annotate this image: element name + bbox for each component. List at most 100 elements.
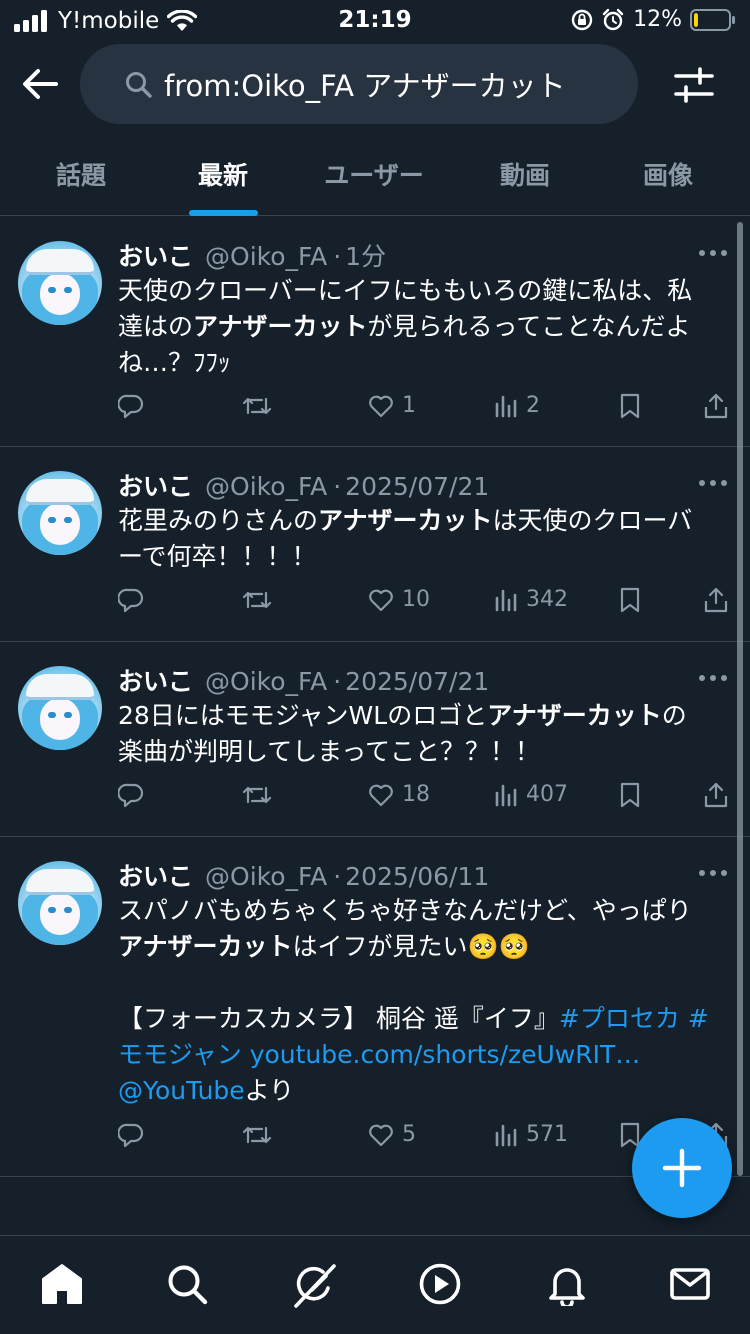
- tweet[interactable]: おいこ @Oiko_FA · 1分 天使のクローバーにイフにももいろの鍵に私は、…: [0, 217, 750, 447]
- more-button[interactable]: [698, 249, 728, 257]
- reply-icon: [118, 588, 144, 613]
- nav-video[interactable]: [418, 1262, 462, 1306]
- retweet-icon: [242, 786, 272, 804]
- retweet-button[interactable]: [242, 782, 272, 808]
- bookmark-button[interactable]: [619, 393, 641, 419]
- nav-grok[interactable]: [290, 1262, 336, 1308]
- highlight-keyword: アナザーカット: [193, 312, 368, 341]
- share-button[interactable]: [704, 782, 728, 808]
- tweet-text: 28日にはモモジャンWLのロゴとアナザーカットの 楽曲が判明してしまってこと？？…: [118, 698, 728, 770]
- sliders-icon: [674, 67, 714, 103]
- tweet-actions: 1 2: [0, 393, 750, 433]
- display-name[interactable]: おいこ: [118, 662, 193, 698]
- display-name[interactable]: おいこ: [118, 857, 193, 893]
- reply-button[interactable]: [118, 587, 144, 613]
- avatar[interactable]: [18, 241, 102, 325]
- views-icon: [495, 589, 517, 611]
- avatar[interactable]: [18, 666, 102, 750]
- views-button[interactable]: 407: [494, 782, 568, 807]
- tweet-actions: 18 407: [0, 782, 750, 822]
- handle[interactable]: @Oiko_FA: [205, 242, 327, 271]
- timestamp[interactable]: 2025/07/21: [345, 472, 489, 501]
- display-name[interactable]: おいこ: [118, 237, 193, 273]
- handle[interactable]: @Oiko_FA: [205, 862, 327, 891]
- tab-images[interactable]: 画像: [627, 156, 709, 192]
- avatar[interactable]: [18, 861, 102, 945]
- tweet-text: 花里みのりさんのアナザーカットは天使のクローバ ーで何卒！！！！: [118, 503, 728, 575]
- handle[interactable]: @Oiko_FA: [205, 472, 327, 501]
- status-bar: Y!mobile 21:19 12%: [0, 0, 750, 42]
- nav-messages[interactable]: [668, 1262, 712, 1306]
- like-button[interactable]: 1: [368, 393, 416, 418]
- tweet-text-part: 28日にはモモジャンWLのロゴと: [118, 701, 488, 730]
- tweet[interactable]: おいこ @Oiko_FA · 2025/06/11 スパノバもめちゃくちゃ好きな…: [0, 837, 750, 1177]
- retweet-icon: [242, 397, 272, 415]
- timestamp[interactable]: 2025/06/11: [345, 862, 489, 891]
- reply-button[interactable]: [118, 782, 144, 808]
- like-button[interactable]: 5: [368, 1122, 416, 1147]
- reply-button[interactable]: [118, 1122, 144, 1148]
- views-count: 2: [526, 393, 540, 418]
- share-icon: [704, 393, 728, 419]
- search-input[interactable]: from:Oiko_FA アナザーカット: [80, 44, 638, 124]
- nav-notifications[interactable]: [545, 1262, 589, 1306]
- retweet-icon: [242, 591, 272, 609]
- retweet-button[interactable]: [242, 587, 272, 613]
- retweet-button[interactable]: [242, 393, 272, 419]
- nav-explore[interactable]: [165, 1262, 209, 1306]
- battery-percent: 12%: [633, 7, 682, 32]
- like-button[interactable]: 18: [368, 782, 430, 807]
- highlight-keyword: アナザーカット: [118, 932, 293, 961]
- more-icon: [699, 480, 727, 486]
- tab-top[interactable]: 話題: [40, 156, 122, 192]
- views-button[interactable]: 2: [494, 393, 540, 418]
- more-button[interactable]: [698, 869, 728, 877]
- separator: ·: [333, 667, 342, 696]
- tweet-feed: おいこ @Oiko_FA · 1分 天使のクローバーにイフにももいろの鍵に私は、…: [0, 217, 750, 1177]
- views-count: 407: [526, 782, 568, 807]
- search-filter-button[interactable]: [672, 64, 716, 108]
- mail-icon: [670, 1268, 710, 1300]
- tweet[interactable]: おいこ @Oiko_FA · 2025/07/21 花里みのりさんのアナザーカッ…: [0, 447, 750, 642]
- bookmark-icon: [620, 393, 640, 419]
- like-count: 5: [402, 1122, 416, 1147]
- views-icon: [495, 395, 517, 417]
- bookmark-icon: [620, 782, 640, 808]
- more-button[interactable]: [698, 479, 728, 487]
- retweet-button[interactable]: [242, 1122, 272, 1148]
- tab-latest[interactable]: 最新: [182, 156, 264, 192]
- more-button[interactable]: [698, 674, 728, 682]
- scrollbar[interactable]: [737, 222, 743, 1176]
- compose-button[interactable]: [632, 1118, 732, 1218]
- timestamp[interactable]: 2025/07/21: [345, 667, 489, 696]
- separator: ·: [333, 472, 342, 501]
- back-button[interactable]: [20, 64, 64, 108]
- nav-home[interactable]: [40, 1262, 84, 1306]
- share-button[interactable]: [704, 393, 728, 419]
- tab-people[interactable]: ユーザー: [310, 156, 438, 192]
- reply-button[interactable]: [118, 393, 144, 419]
- tweet-text-part: スパノバもめちゃくちゃ好きなんだけど、やっぱり: [118, 896, 692, 925]
- like-button[interactable]: 10: [368, 587, 430, 612]
- avatar[interactable]: [18, 471, 102, 555]
- views-button[interactable]: 342: [494, 587, 568, 612]
- bookmark-button[interactable]: [619, 782, 641, 808]
- views-count: 571: [526, 1122, 568, 1147]
- tweet-text: 天使のクローバーにイフにももいろの鍵に私は、私 達はのアナザーカットが見られるっ…: [118, 273, 728, 381]
- tweet-text: スパノバもめちゃくちゃ好きなんだけど、やっぱり アナザーカットはイフが見たい🥺🥺…: [118, 893, 728, 1109]
- bell-icon: [549, 1268, 585, 1306]
- display-name[interactable]: おいこ: [118, 467, 193, 503]
- heart-icon: [369, 395, 393, 417]
- more-icon: [699, 250, 727, 256]
- heart-icon: [369, 1124, 393, 1146]
- reply-icon: [118, 394, 144, 419]
- tweet[interactable]: おいこ @Oiko_FA · 2025/07/21 28日にはモモジャンWLのロ…: [0, 642, 750, 837]
- separator: ·: [333, 242, 342, 271]
- handle[interactable]: @Oiko_FA: [205, 667, 327, 696]
- share-button[interactable]: [704, 587, 728, 613]
- views-button[interactable]: 571: [494, 1122, 568, 1147]
- tweet-text-part: 花里みのりさんの: [118, 506, 319, 535]
- tab-videos[interactable]: 動画: [484, 156, 566, 192]
- timestamp[interactable]: 1分: [345, 237, 386, 273]
- bookmark-button[interactable]: [619, 587, 641, 613]
